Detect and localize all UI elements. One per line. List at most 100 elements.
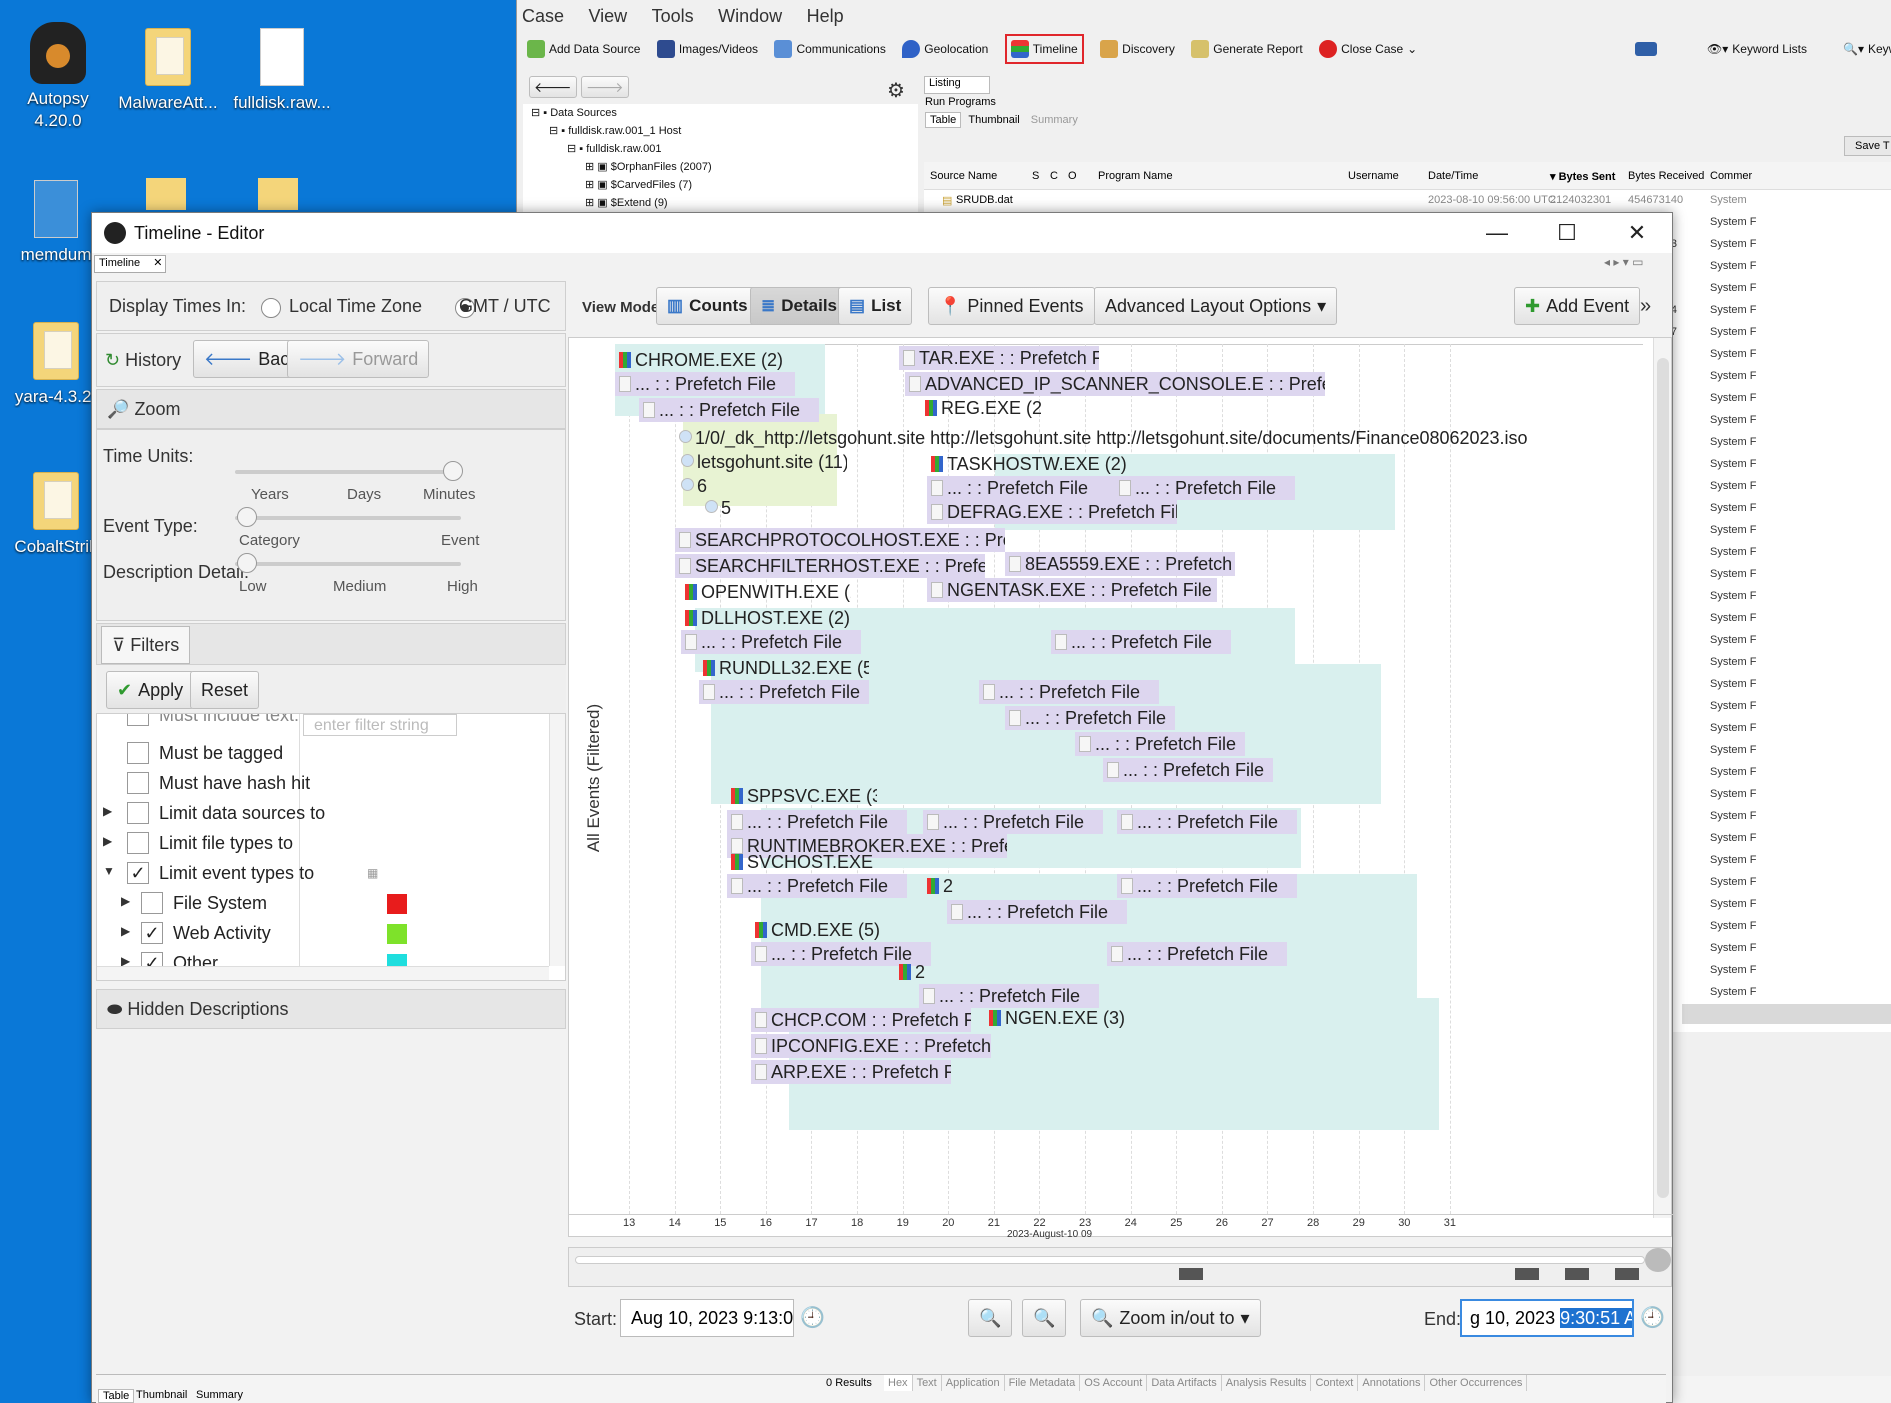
list-mode-button[interactable]: ▤ List [838, 287, 913, 325]
file-event[interactable]: NGENTASK.EXE : : Prefetch File [927, 578, 1217, 602]
col-o[interactable]: O [1068, 170, 1077, 182]
file-system-checkbox[interactable] [141, 892, 163, 914]
event-group[interactable]: TASKHOSTW.EXE (2) [927, 452, 1287, 476]
expand-arrow-icon[interactable]: ▶ [103, 804, 112, 818]
add-data-source-button[interactable]: Add Data Source [527, 34, 640, 64]
file-event[interactable]: ... : : Prefetch File [1115, 476, 1295, 500]
tree-item[interactable]: ⊞ ▣ $CarvedFiles (7) [585, 178, 692, 191]
tab-summary[interactable]: Summary [1027, 113, 1082, 127]
tree-image[interactable]: ⊟ ▪ fulldisk.raw.001 [567, 142, 661, 155]
geolocation-button[interactable]: Geolocation [902, 34, 988, 64]
desktop-icon-autopsy[interactable]: Autopsy 4.20.0 [8, 22, 108, 132]
expand-arrow-icon[interactable]: ▶ [121, 894, 130, 908]
tab-nav-arrows[interactable]: ◂ ▸ ▾ ▭ [1604, 255, 1643, 269]
gear-icon[interactable]: ⚙ [887, 78, 905, 103]
close-case-button[interactable]: Close Case ⌄ [1319, 34, 1417, 64]
hidden-descriptions-header[interactable]: ⬬ Hidden Descriptions [96, 989, 566, 1029]
content-tab[interactable]: Annotations [1358, 1375, 1426, 1391]
end-time-input[interactable]: g 10, 2023 9:30:51 A [1460, 1299, 1634, 1337]
content-tab[interactable]: Application [942, 1375, 1005, 1391]
back-arrow-button[interactable]: 🡐 [529, 76, 577, 98]
timeline-button[interactable]: Timeline [1004, 34, 1084, 64]
expand-arrow-icon[interactable]: ▶ [103, 834, 112, 848]
pinned-events-button[interactable]: 📍 Pinned Events [928, 287, 1095, 325]
desktop-icon-malware[interactable]: MalwareAtt... [118, 28, 218, 114]
clock-icon[interactable]: 🕘 [800, 1305, 825, 1330]
col-program-name[interactable]: Program Name [1098, 170, 1173, 182]
event-group[interactable]: SPPSVC.EXE (3) [727, 784, 877, 808]
event-type-slider[interactable] [237, 507, 257, 527]
file-event[interactable]: ... : : Prefetch File [681, 630, 861, 654]
filters-header[interactable]: ⊽ Filters [96, 623, 566, 665]
file-event[interactable]: ... : : Prefetch File [979, 680, 1159, 704]
event-group[interactable]: REG.EXE (2) [921, 396, 1041, 420]
limit-data-sources-row[interactable]: Limit data sources to [127, 802, 325, 824]
content-tab[interactable]: Other Occurrences [1425, 1375, 1528, 1391]
reset-button[interactable]: Reset [190, 671, 260, 709]
bottom-tab-table[interactable]: Table [98, 1389, 135, 1403]
file-event[interactable]: DEFRAG.EXE : : Prefetch File [927, 500, 1177, 524]
event-group[interactable]: RUNDLL32.EXE (5) [699, 656, 869, 680]
file-event[interactable]: ... : : Prefetch File [1103, 758, 1273, 782]
desc-detail-slider[interactable] [237, 553, 257, 573]
file-event[interactable]: ... : : Prefetch File [727, 874, 907, 898]
file-event[interactable]: SEARCHFILTERHOST.EXE : : Prefetch File [675, 554, 985, 578]
col-c[interactable]: C [1050, 170, 1058, 182]
maximize-button[interactable]: ☐ [1532, 213, 1602, 253]
range-selector[interactable] [568, 1247, 1672, 1287]
details-mode-button[interactable]: ≣ Details [750, 287, 848, 325]
content-tab[interactable]: Hex [884, 1375, 913, 1391]
expand-arrow-icon[interactable]: ▶ [121, 924, 130, 938]
web-event[interactable]: 1/0/_dk_http://letsgohunt.site http://le… [675, 426, 1635, 450]
must-be-tagged-checkbox[interactable] [127, 742, 149, 764]
limit-event-types-row[interactable]: ✓ Limit event types to [127, 862, 314, 884]
filter-scrollbar[interactable] [549, 714, 565, 966]
minimize-button[interactable]: — [1462, 213, 1532, 253]
col-bytes-sent[interactable]: ▾ Bytes Sent [1550, 170, 1615, 183]
col-s[interactable]: S [1032, 170, 1039, 182]
event-types-checkbox[interactable]: ✓ [127, 862, 149, 884]
content-tab[interactable]: Text [913, 1375, 942, 1391]
file-event[interactable]: 8EA5559.EXE : : Prefetch File [1005, 552, 1235, 576]
event-group[interactable]: SVCHOST.EXE (5) [727, 850, 877, 874]
file-event[interactable]: ... : : Prefetch File [927, 476, 1117, 500]
file-event[interactable]: ... : : Prefetch File [1051, 630, 1231, 654]
menu-case[interactable]: Case [522, 6, 564, 26]
file-event[interactable]: ... : : Prefetch File [1117, 810, 1297, 834]
event-group[interactable]: CHROME.EXE (2) [615, 348, 825, 372]
must-include-checkbox[interactable] [127, 714, 149, 726]
must-be-tagged-row[interactable]: Must be tagged [127, 742, 283, 764]
file-event[interactable]: ... : : Prefetch File [699, 680, 869, 704]
apply-button[interactable]: ✔ Apply [106, 671, 195, 709]
counts-mode-button[interactable]: ▥ Counts [656, 287, 759, 325]
tab-table[interactable]: Table [925, 112, 962, 128]
col-username[interactable]: Username [1348, 170, 1399, 182]
add-event-button[interactable]: ✚ Add Event [1514, 287, 1641, 325]
web-event[interactable]: 6 [677, 474, 737, 498]
file-event[interactable]: ... : : Prefetch File [1107, 942, 1287, 966]
save-table-button[interactable]: Save T [1844, 136, 1891, 156]
file-event[interactable]: ... : : Prefetch File [615, 372, 795, 396]
chart-vscrollbar[interactable] [1653, 338, 1671, 1218]
file-event[interactable]: ARP.EXE : : Prefetch File [751, 1060, 951, 1084]
zoom-out-button[interactable]: 🔍 [968, 1299, 1013, 1337]
bottom-tab-thumbnail[interactable]: Thumbnail [136, 1389, 187, 1401]
listing-tab[interactable]: Listing [924, 76, 990, 94]
close-button[interactable]: ✕ [1602, 213, 1672, 253]
clock-icon[interactable]: 🕘 [1640, 1305, 1665, 1330]
tree-root[interactable]: ⊟ ▪ Data Sources [531, 106, 617, 119]
file-event[interactable]: IPCONFIG.EXE : : Prefetch File [751, 1034, 991, 1058]
web-activity-row[interactable]: ✓ Web Activity [141, 922, 271, 944]
keyword-lists-button[interactable]: 👁▾ Keyword Lists [1707, 34, 1807, 64]
range-handle-right[interactable] [1645, 1248, 1671, 1272]
local-time-radio[interactable] [261, 298, 281, 318]
keyword-search-button[interactable]: 🔍▾Keyw [1843, 34, 1891, 64]
filter-text-input[interactable]: enter filter string [303, 714, 457, 736]
tab-thumbnail[interactable]: Thumbnail [964, 113, 1023, 127]
file-event[interactable]: ... : : Prefetch File [947, 900, 1127, 924]
file-event[interactable]: ... : : Prefetch File [727, 810, 907, 834]
content-tab[interactable]: Analysis Results [1222, 1375, 1312, 1391]
web-event[interactable]: letsgohunt.site (11) [677, 450, 847, 474]
timeline-tab[interactable]: Timeline ✕ [94, 255, 166, 273]
tree-host[interactable]: ⊟ ▪ fulldisk.raw.001_1 Host [549, 124, 681, 137]
